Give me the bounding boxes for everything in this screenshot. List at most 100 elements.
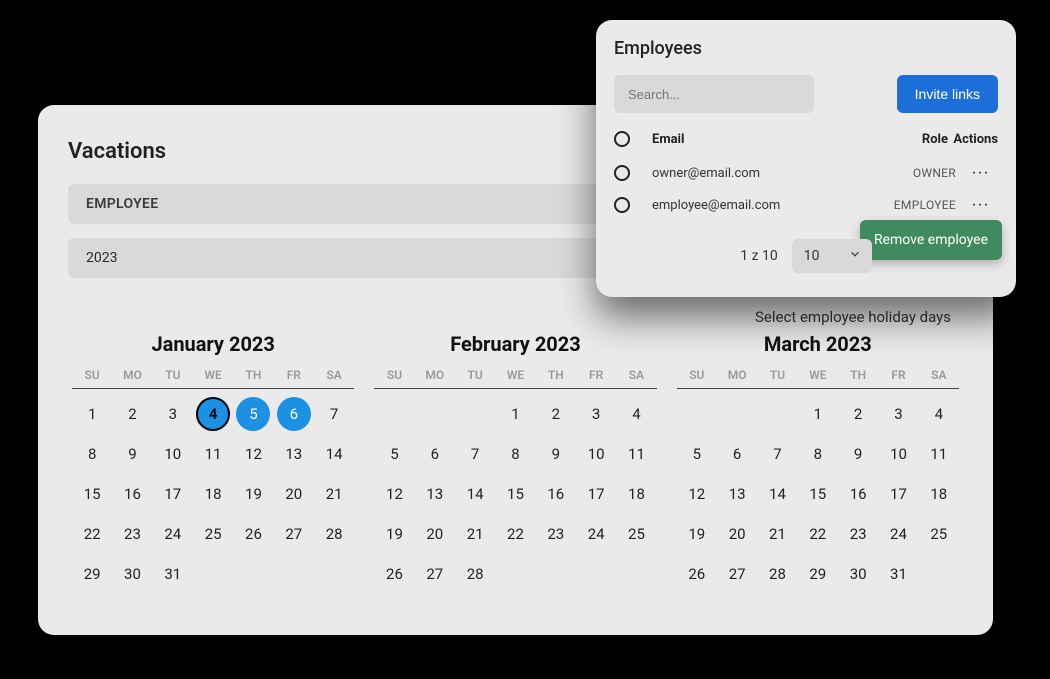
calendar-day[interactable]: 25	[616, 517, 656, 551]
calendar-day[interactable]: 2	[112, 397, 152, 431]
calendar-day[interactable]: 4	[919, 397, 959, 431]
calendar-day[interactable]: 27	[274, 517, 314, 551]
calendar-day[interactable]: 22	[495, 517, 535, 551]
calendar-day[interactable]: 4	[616, 397, 656, 431]
calendar-day[interactable]: 8	[495, 437, 535, 471]
calendar-day[interactable]: 15	[495, 477, 535, 511]
calendar-day[interactable]: 3	[878, 397, 918, 431]
calendar-day[interactable]: 1	[72, 397, 112, 431]
calendar-day[interactable]: 6	[415, 437, 455, 471]
calendar-day[interactable]: 16	[536, 477, 576, 511]
row-actions-menu[interactable]: ···	[964, 166, 998, 181]
search-input[interactable]	[614, 75, 814, 113]
calendar-day[interactable]: 9	[838, 437, 878, 471]
calendar-day[interactable]: 13	[717, 477, 757, 511]
calendar-day[interactable]: 13	[274, 437, 314, 471]
calendar-day[interactable]: 28	[455, 557, 495, 591]
calendar-day[interactable]: 30	[838, 557, 878, 591]
calendar-day[interactable]: 5	[233, 397, 273, 431]
calendar-day[interactable]: 2	[838, 397, 878, 431]
calendar-day[interactable]: 10	[153, 437, 193, 471]
calendar-day[interactable]: 3	[153, 397, 193, 431]
calendar-day[interactable]: 16	[838, 477, 878, 511]
calendar-day[interactable]: 10	[878, 437, 918, 471]
calendar-day[interactable]: 22	[72, 517, 112, 551]
calendar-day[interactable]: 14	[455, 477, 495, 511]
calendar-day[interactable]: 7	[455, 437, 495, 471]
calendar-day[interactable]: 28	[314, 517, 354, 551]
calendar-day[interactable]: 15	[72, 477, 112, 511]
calendar-day[interactable]: 11	[193, 437, 233, 471]
invite-links-button[interactable]: Invite links	[897, 75, 998, 113]
calendar-day[interactable]: 24	[153, 517, 193, 551]
calendar-day[interactable]: 26	[374, 557, 414, 591]
calendar-day[interactable]: 6	[717, 437, 757, 471]
calendar-day[interactable]: 9	[536, 437, 576, 471]
calendar-day[interactable]: 18	[919, 477, 959, 511]
calendar-day[interactable]: 17	[576, 477, 616, 511]
calendar-day[interactable]: 16	[112, 477, 152, 511]
calendar-day[interactable]: 9	[112, 437, 152, 471]
page-size-select[interactable]: 10	[792, 239, 872, 273]
calendar-day[interactable]: 13	[415, 477, 455, 511]
select-all-checkbox[interactable]	[614, 131, 630, 147]
calendar-day[interactable]: 1	[495, 397, 535, 431]
calendar-day[interactable]: 8	[72, 437, 112, 471]
calendar-day[interactable]: 24	[878, 517, 918, 551]
calendar-day[interactable]: 28	[757, 557, 797, 591]
calendar-day[interactable]: 17	[153, 477, 193, 511]
calendar-day[interactable]: 7	[757, 437, 797, 471]
calendar-day[interactable]: 20	[415, 517, 455, 551]
calendar-day[interactable]: 14	[757, 477, 797, 511]
calendar-day[interactable]: 20	[274, 477, 314, 511]
calendar-day[interactable]: 23	[536, 517, 576, 551]
calendar-day[interactable]: 29	[798, 557, 838, 591]
calendar-day[interactable]: 21	[455, 517, 495, 551]
calendar-day[interactable]: 25	[919, 517, 959, 551]
calendar-day[interactable]: 6	[274, 397, 314, 431]
calendar-day[interactable]: 31	[153, 557, 193, 591]
calendar-day[interactable]: 26	[233, 517, 273, 551]
calendar-day[interactable]: 12	[233, 437, 273, 471]
calendar-day[interactable]: 19	[677, 517, 717, 551]
calendar-day[interactable]: 8	[798, 437, 838, 471]
calendar-day[interactable]: 2	[536, 397, 576, 431]
calendar-day[interactable]: 11	[919, 437, 959, 471]
calendar-day[interactable]: 15	[798, 477, 838, 511]
calendar-day[interactable]: 4	[193, 397, 233, 431]
calendar-day[interactable]: 18	[616, 477, 656, 511]
page-size-value: 10	[804, 248, 820, 264]
calendar-day[interactable]: 27	[415, 557, 455, 591]
calendar-day[interactable]: 26	[677, 557, 717, 591]
calendar-day[interactable]: 7	[314, 397, 354, 431]
calendar-day[interactable]: 12	[677, 477, 717, 511]
calendar-day[interactable]: 18	[193, 477, 233, 511]
calendar-day[interactable]: 19	[374, 517, 414, 551]
calendar-day[interactable]: 1	[798, 397, 838, 431]
calendar-day[interactable]: 21	[757, 517, 797, 551]
row-checkbox[interactable]	[614, 197, 630, 213]
calendar-day[interactable]: 24	[576, 517, 616, 551]
calendar-day[interactable]: 30	[112, 557, 152, 591]
row-checkbox[interactable]	[614, 165, 630, 181]
calendar-day[interactable]: 3	[576, 397, 616, 431]
calendar-day[interactable]: 10	[576, 437, 616, 471]
calendar-day[interactable]: 11	[616, 437, 656, 471]
row-actions-menu[interactable]: ···	[964, 198, 998, 213]
calendar-day[interactable]: 21	[314, 477, 354, 511]
calendar-day[interactable]: 25	[193, 517, 233, 551]
calendar-day[interactable]: 19	[233, 477, 273, 511]
calendar-day[interactable]: 5	[374, 437, 414, 471]
calendar-day[interactable]: 23	[112, 517, 152, 551]
calendar-day[interactable]: 31	[878, 557, 918, 591]
calendar-day[interactable]: 29	[72, 557, 112, 591]
calendar-day[interactable]: 23	[838, 517, 878, 551]
calendar-day[interactable]: 27	[717, 557, 757, 591]
calendar-day[interactable]: 12	[374, 477, 414, 511]
calendar-day[interactable]: 22	[798, 517, 838, 551]
calendar-day[interactable]: 17	[878, 477, 918, 511]
calendar-day[interactable]: 5	[677, 437, 717, 471]
remove-employee-button[interactable]: Remove employee	[860, 220, 1002, 260]
calendar-day[interactable]: 14	[314, 437, 354, 471]
calendar-day[interactable]: 20	[717, 517, 757, 551]
